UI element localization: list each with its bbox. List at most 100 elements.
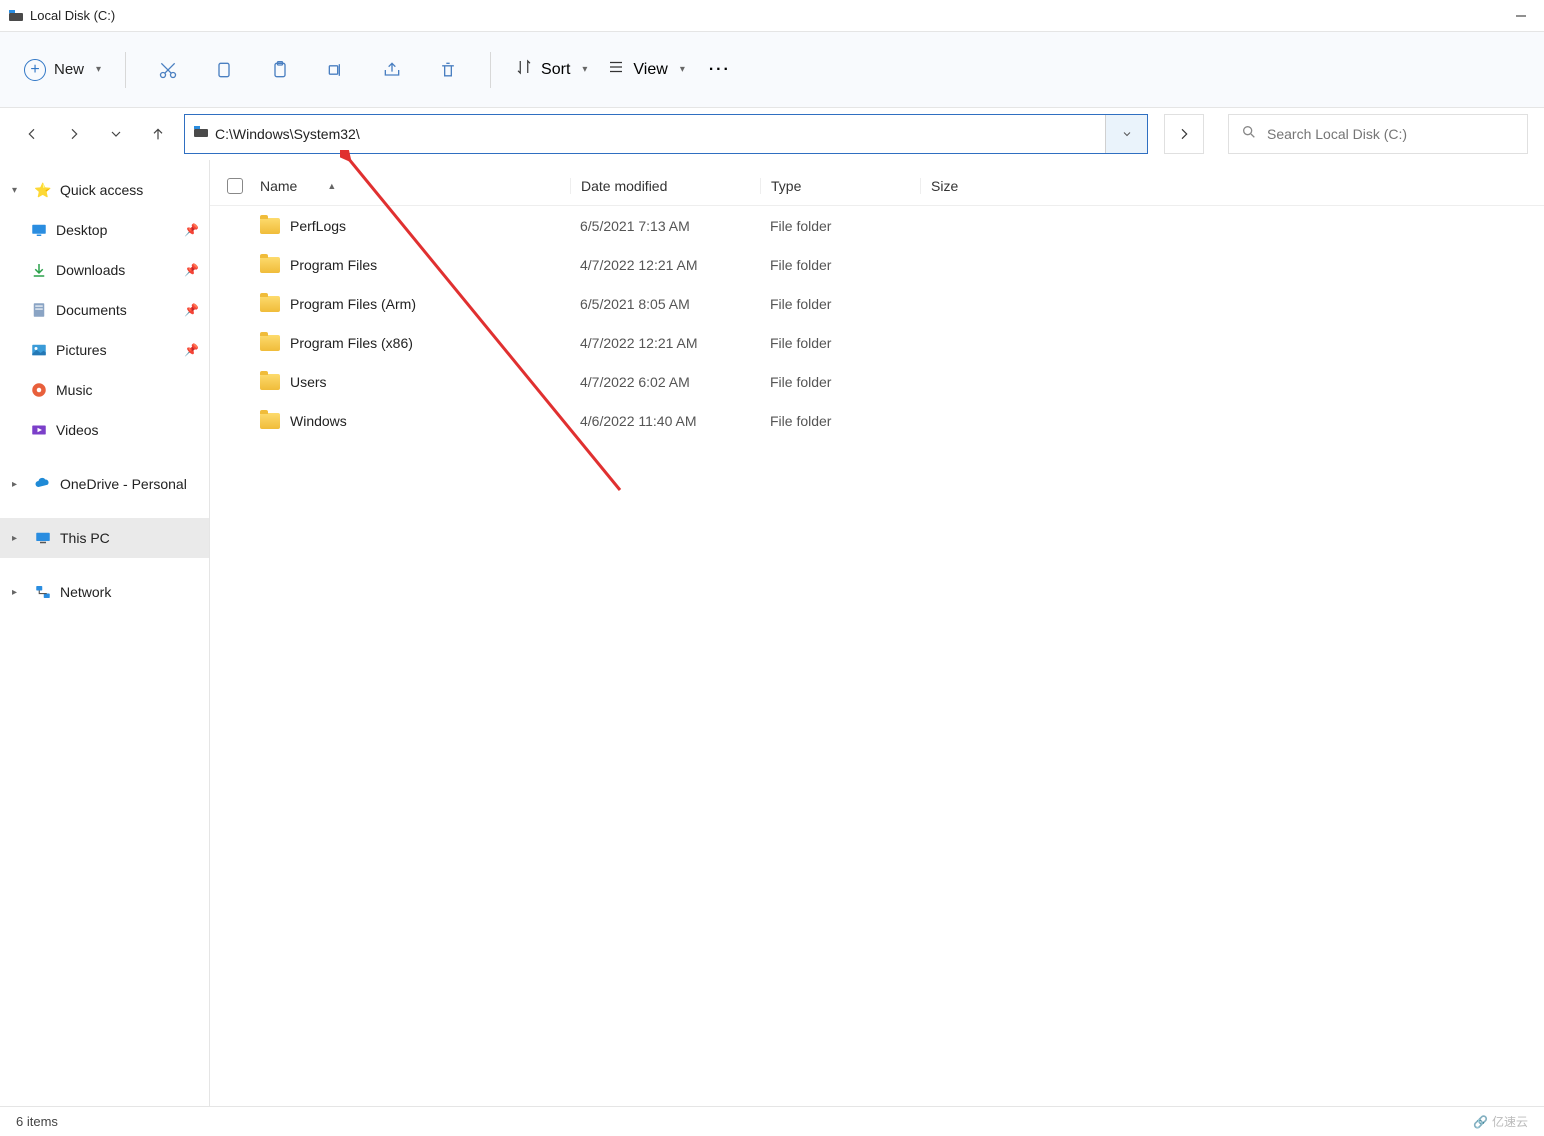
table-row[interactable]: PerfLogs 6/5/2021 7:13 AM File folder — [210, 206, 1544, 245]
sort-icon — [515, 58, 533, 81]
recent-button[interactable] — [100, 118, 132, 150]
pin-icon: 📌 — [184, 303, 199, 317]
paste-button[interactable] — [260, 50, 300, 90]
sidebar-label: Network — [60, 584, 111, 600]
window-title: Local Disk (C:) — [30, 8, 115, 23]
sidebar-item-videos[interactable]: Videos — [0, 410, 209, 450]
file-list: Name ▲ Date modified Type Size PerfLogs … — [210, 160, 1544, 1106]
forward-button[interactable] — [58, 118, 90, 150]
folder-icon — [260, 218, 280, 234]
folder-icon — [260, 413, 280, 429]
pictures-icon — [30, 341, 48, 359]
column-label: Date modified — [581, 178, 667, 194]
download-icon — [30, 261, 48, 279]
sidebar-this-pc[interactable]: ▸ This PC — [0, 518, 209, 558]
file-name: PerfLogs — [290, 218, 346, 234]
nav-row — [0, 108, 1544, 160]
table-row[interactable]: Program Files (x86) 4/7/2022 12:21 AM Fi… — [210, 323, 1544, 362]
table-row[interactable]: Program Files 4/7/2022 12:21 AM File fol… — [210, 245, 1544, 284]
new-button[interactable]: + New ▾ — [14, 53, 111, 87]
sidebar-item-desktop[interactable]: Desktop 📌 — [0, 210, 209, 250]
share-button[interactable] — [372, 50, 412, 90]
sidebar-onedrive[interactable]: ▸ OneDrive - Personal — [0, 464, 209, 504]
file-name: Windows — [290, 413, 347, 429]
column-size[interactable]: Size — [920, 178, 1040, 194]
network-icon — [34, 583, 52, 601]
address-dropdown[interactable] — [1105, 115, 1147, 153]
status-text: 6 items — [16, 1114, 58, 1129]
minimize-button[interactable] — [1498, 0, 1544, 32]
file-date: 4/6/2022 11:40 AM — [570, 413, 760, 429]
file-name: Program Files (x86) — [290, 335, 413, 351]
sidebar-network[interactable]: ▸ Network — [0, 572, 209, 612]
title-bar: Local Disk (C:) — [0, 0, 1544, 32]
go-button[interactable] — [1164, 114, 1204, 154]
file-date: 6/5/2021 7:13 AM — [570, 218, 760, 234]
chevron-right-icon: ▸ — [12, 479, 26, 490]
column-type[interactable]: Type — [760, 178, 920, 194]
view-button[interactable]: View ▾ — [597, 52, 694, 87]
search-box[interactable] — [1228, 114, 1528, 154]
back-button[interactable] — [16, 118, 48, 150]
sidebar-item-music[interactable]: Music — [0, 370, 209, 410]
file-type: File folder — [760, 413, 920, 429]
address-bar[interactable] — [184, 114, 1148, 154]
pin-icon: 📌 — [184, 223, 199, 237]
delete-button[interactable] — [428, 50, 468, 90]
sort-asc-icon: ▲ — [327, 181, 336, 191]
status-bar: 6 items — [0, 1106, 1544, 1136]
column-date[interactable]: Date modified — [570, 178, 760, 194]
file-name: Users — [290, 374, 327, 390]
search-icon — [1241, 124, 1257, 145]
table-row[interactable]: Windows 4/6/2022 11:40 AM File folder — [210, 401, 1544, 440]
sidebar-item-downloads[interactable]: Downloads 📌 — [0, 250, 209, 290]
cut-button[interactable] — [148, 50, 188, 90]
list-header: Name ▲ Date modified Type Size — [210, 166, 1544, 206]
table-row[interactable]: Program Files (Arm) 6/5/2021 8:05 AM Fil… — [210, 284, 1544, 323]
table-row[interactable]: Users 4/7/2022 6:02 AM File folder — [210, 362, 1544, 401]
sidebar-label: Downloads — [56, 262, 125, 278]
file-type: File folder — [760, 218, 920, 234]
sidebar-quick-access[interactable]: ▾ ⭐ Quick access — [0, 170, 209, 210]
file-name: Program Files (Arm) — [290, 296, 416, 312]
sidebar-item-documents[interactable]: Documents 📌 — [0, 290, 209, 330]
select-all-checkbox[interactable] — [227, 178, 243, 194]
desktop-icon — [30, 221, 48, 239]
star-icon: ⭐ — [34, 181, 52, 199]
file-name: Program Files — [290, 257, 377, 273]
separator — [490, 52, 491, 88]
video-icon — [30, 421, 48, 439]
sidebar-item-pictures[interactable]: Pictures 📌 — [0, 330, 209, 370]
file-date: 4/7/2022 6:02 AM — [570, 374, 760, 390]
chevron-down-icon: ▾ — [582, 64, 587, 75]
chevron-right-icon: ▸ — [12, 587, 26, 598]
file-type: File folder — [760, 257, 920, 273]
plus-icon: + — [24, 59, 46, 81]
toolbar: + New ▾ Sort ▾ View ▾ ··· — [0, 32, 1544, 108]
sidebar-label: Quick access — [60, 182, 143, 198]
pc-icon — [34, 529, 52, 547]
column-label: Type — [771, 178, 801, 194]
pin-icon: 📌 — [184, 263, 199, 277]
copy-button[interactable] — [204, 50, 244, 90]
folder-icon — [260, 296, 280, 312]
watermark: 🔗亿速云 — [1473, 1113, 1528, 1130]
music-icon — [30, 381, 48, 399]
folder-icon — [260, 257, 280, 273]
search-input[interactable] — [1267, 126, 1515, 142]
sort-button[interactable]: Sort ▾ — [505, 52, 597, 87]
chevron-down-icon: ▾ — [96, 64, 101, 75]
sidebar-label: Desktop — [56, 222, 107, 238]
up-button[interactable] — [142, 118, 174, 150]
sidebar-label: Music — [56, 382, 93, 398]
column-name[interactable]: Name ▲ — [260, 178, 570, 194]
address-input[interactable] — [215, 126, 1097, 142]
sidebar-label: Videos — [56, 422, 99, 438]
sidebar-label: This PC — [60, 530, 110, 546]
folder-icon — [260, 335, 280, 351]
view-label: View — [633, 61, 667, 79]
pin-icon: 📌 — [184, 343, 199, 357]
more-button[interactable]: ··· — [695, 55, 745, 85]
sidebar-label: OneDrive - Personal — [60, 476, 187, 492]
rename-button[interactable] — [316, 50, 356, 90]
